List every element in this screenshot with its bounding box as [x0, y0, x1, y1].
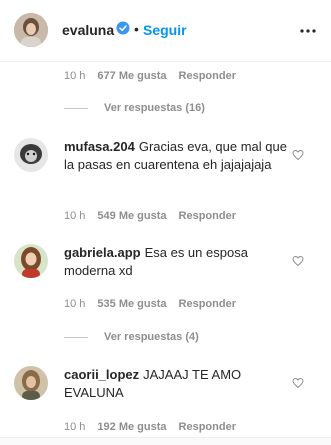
bottom-edge	[0, 437, 331, 445]
reply-button[interactable]: Responder	[179, 421, 236, 433]
reply-button[interactable]: Responder	[179, 210, 236, 222]
comment-time: 10 h	[64, 210, 86, 222]
separator-dot: •	[134, 21, 139, 37]
reply-button[interactable]: Responder	[179, 70, 236, 82]
view-replies-button[interactable]: Ver respuestas (16)	[64, 102, 205, 114]
heart-icon[interactable]	[292, 376, 304, 389]
commenter-username[interactable]: caorii_lopez	[64, 367, 139, 382]
comment-likes[interactable]: 535 Me gusta	[97, 298, 166, 310]
verified-badge-icon	[116, 21, 130, 35]
commenter-username[interactable]: mufasa.204	[64, 139, 135, 154]
profile-username[interactable]: evaluna	[62, 22, 114, 38]
follow-button[interactable]: Seguir	[143, 22, 187, 38]
reply-button[interactable]: Responder	[179, 298, 236, 310]
comment-body: caorii_lopez JAJAAJ TE AMO EVALUNA	[64, 366, 296, 402]
comment-likes[interactable]: 192 Me gusta	[97, 421, 166, 433]
comment-likes[interactable]: 677 Me gusta	[97, 70, 166, 82]
comment-time: 10 h	[64, 298, 86, 310]
view-replies-label: Ver respuestas (4)	[104, 331, 199, 343]
comment-time: 10 h	[64, 421, 86, 433]
comment-likes[interactable]: 549 Me gusta	[97, 210, 166, 222]
more-options-icon[interactable]	[299, 22, 317, 40]
comment-meta: 10 h 677 Me gusta Responder	[64, 70, 236, 82]
commenter-avatar[interactable]	[14, 244, 48, 278]
comment-body: gabriela.app Esa es un esposa moderna xd	[64, 244, 296, 280]
comment-time: 10 h	[64, 70, 86, 82]
post-header: evaluna • Seguir	[0, 0, 331, 62]
comment-meta: 10 h 535 Me gusta Responder	[64, 298, 236, 310]
commenter-avatar[interactable]	[14, 138, 48, 172]
replies-divider-line	[64, 336, 88, 338]
commenter-avatar[interactable]	[14, 366, 48, 400]
view-replies-label: Ver respuestas (16)	[104, 102, 205, 114]
profile-avatar[interactable]	[14, 13, 48, 47]
view-replies-button[interactable]: Ver respuestas (4)	[64, 331, 199, 343]
comment-meta: 10 h 192 Me gusta Responder	[64, 421, 236, 433]
heart-icon[interactable]	[292, 254, 304, 267]
commenter-username[interactable]: gabriela.app	[64, 245, 141, 260]
comment-body: mufasa.204 Gracias eva, que mal que la pa…	[64, 138, 296, 174]
replies-divider-line	[64, 107, 88, 109]
comment-meta: 10 h 549 Me gusta Responder	[64, 210, 236, 222]
heart-icon[interactable]	[292, 148, 304, 161]
